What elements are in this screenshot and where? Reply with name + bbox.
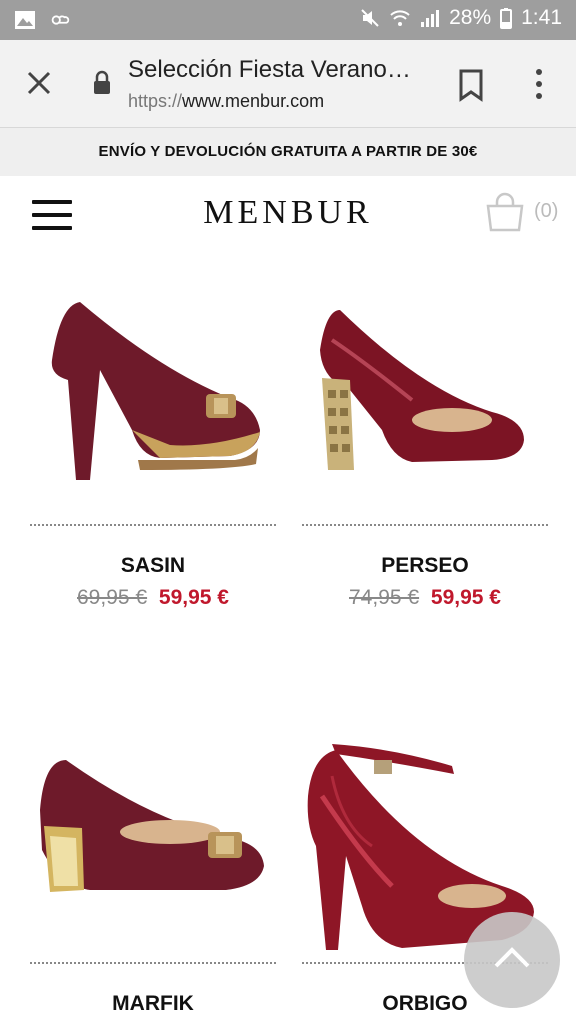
bookmark-button[interactable] (456, 68, 486, 102)
promo-banner[interactable]: ENVÍO Y DEVOLUCIÓN GRATUITA A PARTIR DE … (0, 128, 576, 176)
old-price: 69,95 € (77, 586, 148, 609)
price-line: 74,95 € 59,95 € (302, 586, 548, 610)
signal-icon (421, 10, 440, 27)
divider (302, 524, 548, 526)
overflow-menu-button[interactable] (526, 66, 552, 102)
browser-toolbar: Selección Fiesta Verano… https://www.men… (0, 40, 576, 128)
url-display[interactable]: https://www.menbur.com (128, 91, 324, 112)
cart-count[interactable]: (0) (534, 200, 558, 223)
old-price: 74,95 € (349, 586, 420, 609)
divider (30, 962, 276, 964)
battery-percent: 28% (449, 6, 492, 29)
clock: 1:41 (521, 6, 562, 29)
close-tab-button[interactable] (22, 66, 56, 100)
scroll-to-top-button[interactable] (464, 912, 560, 1008)
product-name[interactable]: PERSEO (302, 554, 548, 578)
divider (30, 524, 276, 526)
sale-price: 59,95 € (430, 586, 501, 609)
url-host: www.menbur.com (182, 91, 325, 111)
page-title[interactable]: Selección Fiesta Verano… (128, 56, 428, 84)
product-image[interactable] (30, 280, 276, 500)
lock-icon (94, 70, 110, 94)
chevron-up-icon (494, 947, 530, 968)
mute-icon (361, 9, 379, 27)
url-scheme: https:// (128, 91, 183, 111)
wifi-icon (390, 10, 410, 26)
weather-icon (51, 15, 70, 25)
product-name[interactable]: SASIN (30, 554, 276, 578)
shopping-bag-icon[interactable] (484, 192, 526, 232)
status-bar: 28% 1:41 (0, 0, 576, 40)
gallery-icon (15, 11, 35, 29)
product-image[interactable] (302, 280, 548, 500)
sale-price: 59,95 € (158, 586, 229, 609)
battery-icon (500, 8, 513, 29)
price-line: 69,95 € 59,95 € (30, 586, 276, 610)
site-header: MENBUR (0) (0, 176, 576, 256)
product-image[interactable] (30, 740, 276, 920)
product-name[interactable]: MARFIK (30, 992, 276, 1016)
